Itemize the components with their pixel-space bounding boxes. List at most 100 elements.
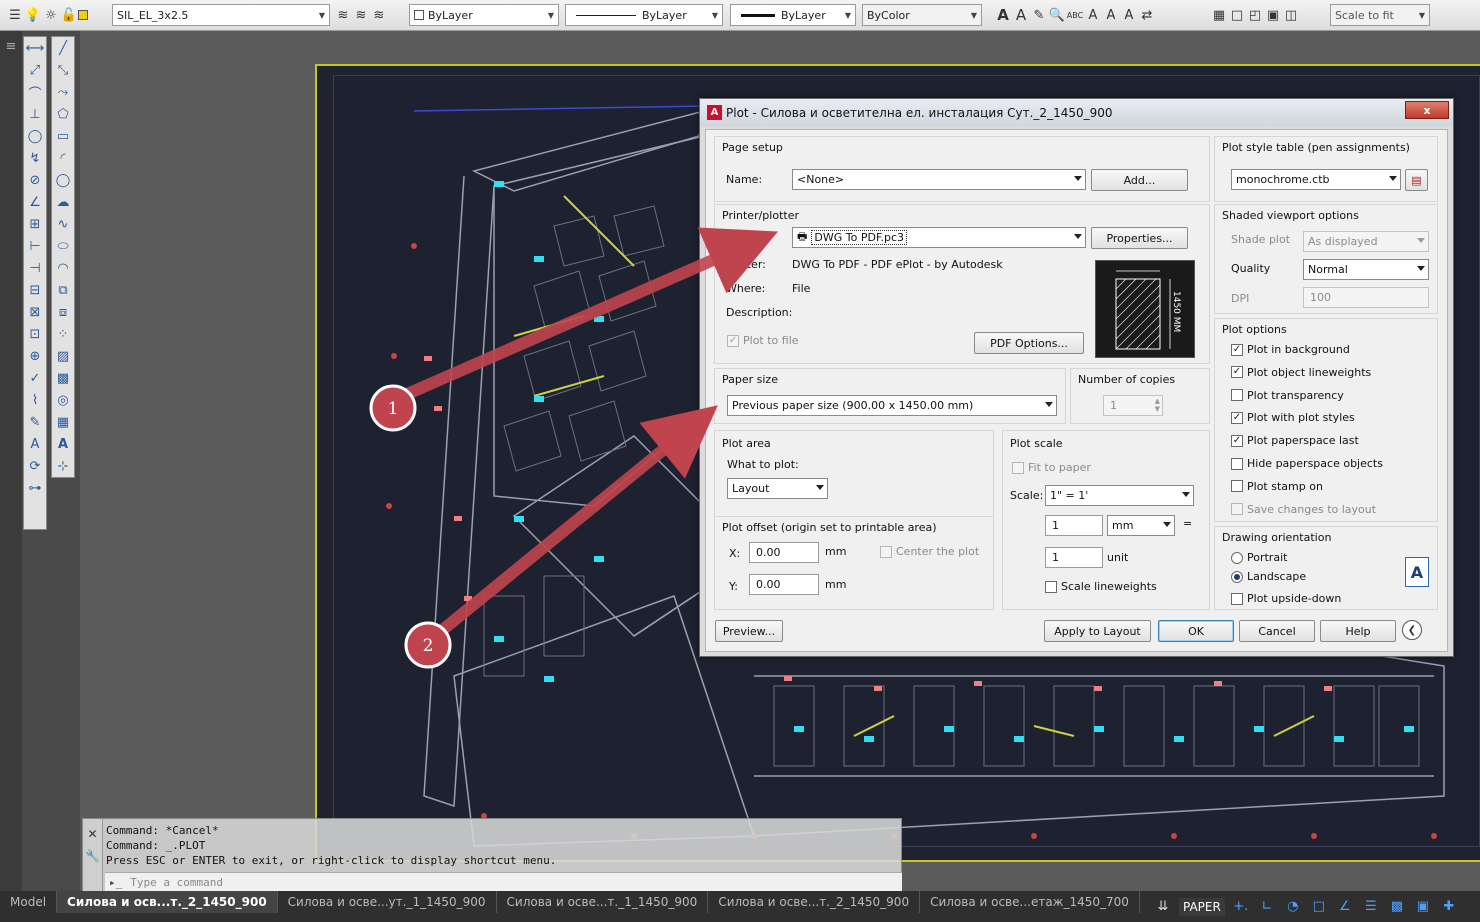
scale-denominator-input[interactable]: 1 xyxy=(1045,547,1103,568)
spinner-arrows-icon[interactable]: ▲ ▼ xyxy=(1155,397,1160,413)
convert-viewport-icon[interactable]: ▣ xyxy=(1264,6,1282,24)
apply-to-layout-button[interactable]: Apply to Layout xyxy=(1044,620,1151,642)
plot-style-dropdown[interactable]: monochrome.ctb xyxy=(1231,169,1401,190)
revcloud-icon[interactable]: ☁ xyxy=(52,191,74,213)
tab-layout[interactable]: Силова и осве...ут._1_1450_900 xyxy=(278,891,497,913)
text-style2-icon[interactable]: A xyxy=(1012,6,1030,24)
edit-text-icon[interactable]: ✎ xyxy=(1030,6,1048,24)
add-button[interactable]: Add... xyxy=(1091,169,1188,191)
help-button[interactable]: Help xyxy=(1320,620,1396,642)
portrait-radio[interactable]: Portrait xyxy=(1231,551,1287,564)
arc-length-icon[interactable]: ⌒ xyxy=(24,81,46,103)
spell-check-icon[interactable]: ABC xyxy=(1066,6,1084,24)
baseline-icon[interactable]: ⊢ xyxy=(24,235,46,257)
transparency-icon[interactable]: ▩ xyxy=(1387,898,1407,916)
spline-icon[interactable]: ∿ xyxy=(52,213,74,235)
selection-cycling-icon[interactable]: ▣ xyxy=(1413,898,1433,916)
customize-icon[interactable]: ⇊ xyxy=(1153,898,1173,916)
scale-dropdown[interactable]: 1" = 1' xyxy=(1045,485,1194,506)
offset-x-input[interactable]: 0.00 xyxy=(749,542,819,563)
point-icon[interactable]: ⁘ xyxy=(52,323,74,345)
polygonal-viewport-icon[interactable]: ◰ xyxy=(1246,6,1264,24)
plot-option-checkbox[interactable]: Plot stamp on xyxy=(1231,480,1323,493)
plot-option-checkbox[interactable]: ✓ Plot with plot styles xyxy=(1231,411,1355,424)
convert-icon[interactable]: ⇄ xyxy=(1138,6,1156,24)
make-current-icon[interactable]: ≋ xyxy=(334,6,352,24)
landscape-radio[interactable]: Landscape xyxy=(1231,570,1306,583)
wrench-icon[interactable]: 🔧 xyxy=(83,849,102,863)
paper-size-dropdown[interactable]: Previous paper size (900.00 x 1450.00 mm… xyxy=(727,395,1057,416)
lineweight-icon[interactable]: ☰ xyxy=(1361,898,1381,916)
linear-dim-icon[interactable]: ⟷ xyxy=(24,37,46,59)
layer-previous-icon[interactable]: ≋ xyxy=(352,6,370,24)
plotstyle-dropdown[interactable]: ByColor ▼ xyxy=(862,4,982,26)
radius-icon[interactable]: ◯ xyxy=(24,125,46,147)
jogged-linear-icon[interactable]: ⌇ xyxy=(24,389,46,411)
mtext-icon[interactable]: A xyxy=(52,433,74,455)
viewports-icon[interactable]: ▦ xyxy=(1210,6,1228,24)
scale-unit-dropdown[interactable]: mm xyxy=(1107,515,1175,536)
tab-layout[interactable]: Силова и осве...етаж_1450_700 xyxy=(920,891,1140,913)
continue-icon[interactable]: ⊣ xyxy=(24,257,46,279)
properties-button[interactable]: Properties... xyxy=(1091,227,1188,249)
region-icon[interactable]: ◎ xyxy=(52,389,74,411)
center-mark-icon[interactable]: ⊕ xyxy=(24,345,46,367)
ok-button[interactable]: OK xyxy=(1158,620,1234,642)
polar-icon[interactable]: ◔ xyxy=(1283,898,1303,916)
plot-option-checkbox[interactable]: Hide paperspace objects xyxy=(1231,457,1383,470)
layer-properties-icon[interactable]: ☰ xyxy=(6,6,24,24)
copies-spinner[interactable]: 1 ▲ ▼ xyxy=(1103,395,1163,416)
tab-layout-active[interactable]: Силова и осв...т._2_1450_900 xyxy=(57,891,278,913)
pdf-options-button[interactable]: PDF Options... xyxy=(974,332,1084,354)
ellipse-icon[interactable]: ⬭ xyxy=(52,235,74,257)
construction-line-icon[interactable]: ⤡ xyxy=(52,59,74,81)
text-frame-icon[interactable]: A xyxy=(1120,6,1138,24)
hatch-icon[interactable]: ▨ xyxy=(52,345,74,367)
less-options-icon[interactable]: ❮ xyxy=(1402,620,1422,640)
dim-space-icon[interactable]: ⊟ xyxy=(24,279,46,301)
sun-icon[interactable]: ☼ xyxy=(42,6,60,24)
inspection-icon[interactable]: ✓ xyxy=(24,367,46,389)
dim-break-icon[interactable]: ⊠ xyxy=(24,301,46,323)
center-plot-checkbox[interactable]: Center the plot xyxy=(880,545,979,558)
scale-numerator-input[interactable]: 1 xyxy=(1045,515,1103,536)
plot-option-checkbox[interactable]: Save changes to layout xyxy=(1231,503,1376,516)
table-icon[interactable]: ▦ xyxy=(52,411,74,433)
dim-text-edit-icon[interactable]: A xyxy=(24,433,46,455)
tolerance-icon[interactable]: ⊡ xyxy=(24,323,46,345)
cancel-button[interactable]: Cancel xyxy=(1239,620,1315,642)
snap-grid-icon[interactable]: +. xyxy=(1231,898,1251,916)
page-setup-name-dropdown[interactable]: <None> xyxy=(792,169,1086,190)
single-viewport-icon[interactable]: □ xyxy=(1228,6,1246,24)
jogged-icon[interactable]: ↯ xyxy=(24,147,46,169)
dim-update-icon[interactable]: ⟳ xyxy=(24,455,46,477)
plot-option-checkbox[interactable]: ✓ Plot object lineweights xyxy=(1231,366,1371,379)
command-input[interactable]: ▸_ Type a command xyxy=(105,872,902,891)
dim-style-icon[interactable]: ⊶ xyxy=(24,477,46,499)
plot-option-checkbox[interactable]: Plot transparency xyxy=(1231,389,1344,402)
plot-to-file-checkbox[interactable]: ✓ Plot to file xyxy=(727,334,799,347)
layer-state-icon[interactable]: ≋ xyxy=(370,6,388,24)
angular-icon[interactable]: ∠ xyxy=(24,191,46,213)
aligned-dim-icon[interactable]: ⤢ xyxy=(24,59,46,81)
text-style-icon[interactable]: A xyxy=(994,6,1012,24)
color-dropdown[interactable]: ByLayer ▼ xyxy=(409,4,559,26)
ellipse-arc-icon[interactable]: ◠ xyxy=(52,257,74,279)
tab-layout[interactable]: Силова и осве...т._2_1450_900 xyxy=(708,891,921,913)
linetype-dropdown[interactable]: ByLayer ▼ xyxy=(565,4,723,26)
clip-viewport-icon[interactable]: ◫ xyxy=(1282,6,1300,24)
viewport-scale-dropdown[interactable]: Scale to fit ▼ xyxy=(1330,4,1430,26)
offset-y-input[interactable]: 0.00 xyxy=(749,574,819,595)
command-prompt-icon[interactable]: ▸_ xyxy=(109,876,122,889)
annotation-icon[interactable]: ✚ xyxy=(1439,898,1459,916)
plot-option-checkbox[interactable]: ✓ Plot in background xyxy=(1231,343,1350,356)
printer-name-dropdown[interactable]: 🖶 DWG To PDF.pc3 xyxy=(792,227,1086,248)
polygon-icon[interactable]: ⬠ xyxy=(52,103,74,125)
insert-block-icon[interactable]: ⧉ xyxy=(52,279,74,301)
grip-icon[interactable]: ≡ xyxy=(2,37,20,55)
close-icon[interactable]: ✕ xyxy=(83,827,102,841)
plot-option-checkbox[interactable]: ✓ Plot paperspace last xyxy=(1231,434,1359,447)
quality-dropdown[interactable]: Normal xyxy=(1303,259,1429,280)
make-block-icon[interactable]: ⧈ xyxy=(52,301,74,323)
otrack-icon[interactable]: ∠ xyxy=(1335,898,1355,916)
